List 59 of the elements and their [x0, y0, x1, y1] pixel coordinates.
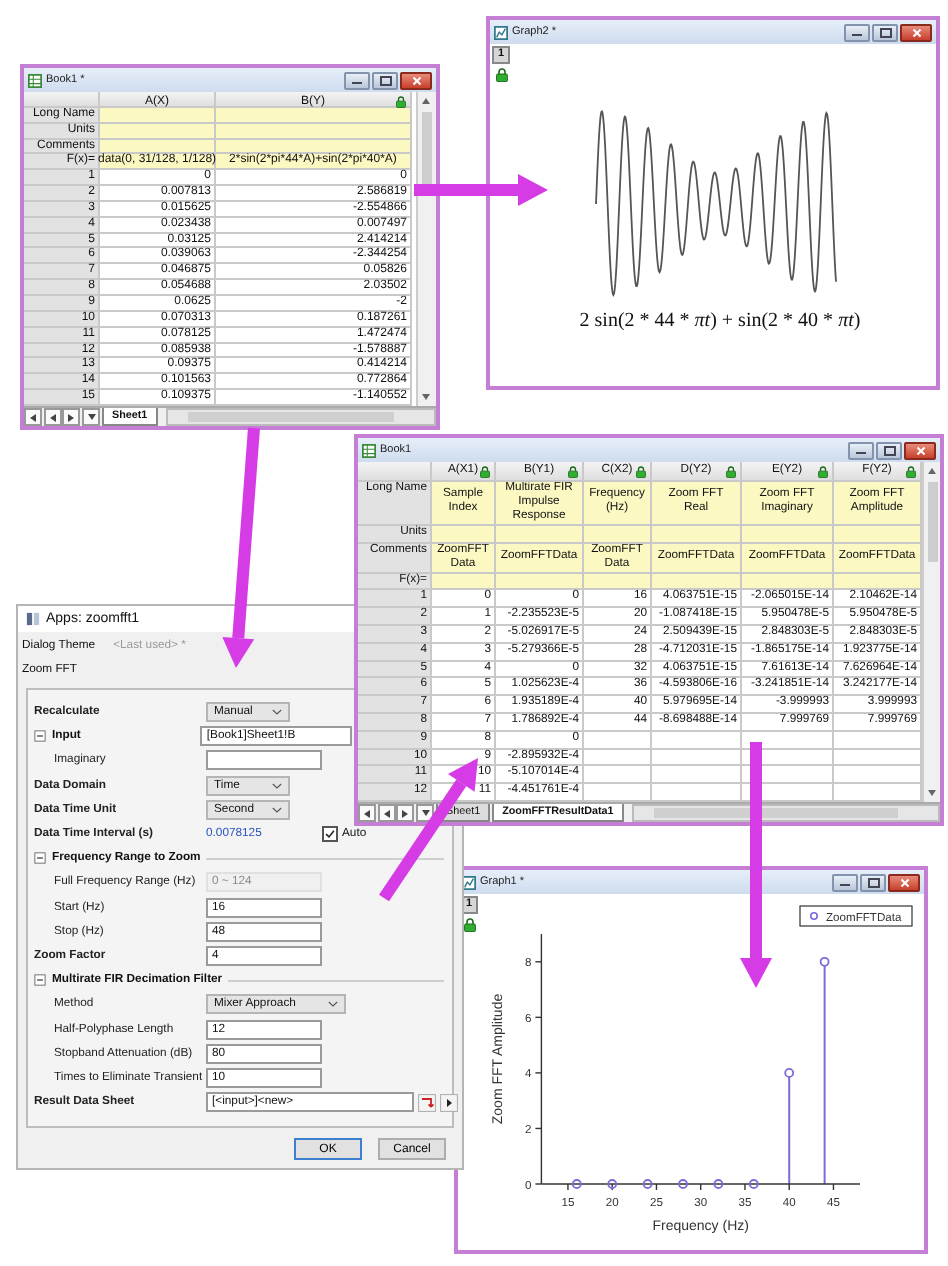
close-button[interactable] — [888, 873, 920, 891]
minimize-button[interactable] — [344, 71, 370, 89]
caret-icon — [328, 1000, 338, 1009]
close-button[interactable] — [400, 71, 432, 89]
caret-icon — [272, 708, 282, 717]
data-point — [748, 1179, 759, 1189]
arrow — [414, 174, 548, 206]
lock-icon[interactable] — [463, 918, 475, 932]
sheet-list-button[interactable] — [81, 408, 99, 426]
data-point — [713, 1179, 724, 1189]
minimize-button[interactable] — [844, 23, 870, 41]
maximize-button[interactable] — [876, 441, 902, 459]
corner-cell — [24, 92, 100, 108]
data-point — [784, 1068, 795, 1078]
table-cell — [652, 766, 742, 785]
maximize-button[interactable] — [372, 71, 398, 89]
previous-sheet-button[interactable] — [43, 408, 61, 426]
maximize-button[interactable] — [872, 23, 898, 41]
data-point — [642, 1179, 653, 1189]
next-sheet-button[interactable] — [396, 804, 414, 822]
table-cell — [652, 731, 742, 750]
formula-text: 2 sin(2 * 44 *πt) + sin(2 * 40 *πt) — [577, 310, 863, 332]
arrow — [379, 758, 478, 902]
sheet-list-button[interactable] — [415, 804, 433, 822]
input-field[interactable] — [206, 750, 322, 771]
minimize-button[interactable] — [848, 441, 874, 459]
vertical-scrollbar[interactable] — [922, 462, 940, 802]
worksheet-icon — [28, 73, 42, 87]
horizontal-scrollbar[interactable] — [631, 804, 940, 822]
maximize-button[interactable] — [860, 873, 886, 891]
app-icon — [26, 612, 40, 626]
worksheet-icon — [362, 443, 376, 457]
table-cell — [584, 749, 652, 767]
table-cell — [584, 731, 652, 750]
checkbox[interactable] — [322, 826, 338, 843]
horizontal-scrollbar[interactable] — [165, 408, 436, 426]
corner-cell — [358, 462, 432, 482]
caret-icon — [272, 781, 282, 790]
close-button[interactable] — [900, 23, 932, 41]
close-button[interactable] — [904, 441, 936, 459]
collapse-icon[interactable] — [34, 730, 46, 743]
next-sheet-button[interactable] — [62, 408, 80, 426]
table-cell — [584, 766, 652, 785]
first-sheet-button[interactable] — [24, 408, 42, 426]
data-point — [678, 1179, 688, 1189]
collapse-icon[interactable] — [34, 852, 46, 865]
caret-icon — [272, 805, 282, 814]
arrow-icon[interactable] — [418, 1093, 436, 1112]
vertical-scrollbar[interactable] — [416, 92, 436, 406]
collapse-icon[interactable] — [34, 974, 46, 987]
data-point — [607, 1179, 618, 1189]
data-point — [571, 1179, 582, 1189]
table-cell — [652, 749, 742, 767]
previous-sheet-button[interactable] — [377, 804, 395, 822]
data-point — [819, 956, 830, 967]
lock-icon[interactable] — [495, 68, 507, 82]
minimize-button[interactable] — [832, 873, 858, 891]
first-sheet-button[interactable] — [358, 804, 376, 822]
graph-icon — [494, 25, 508, 39]
